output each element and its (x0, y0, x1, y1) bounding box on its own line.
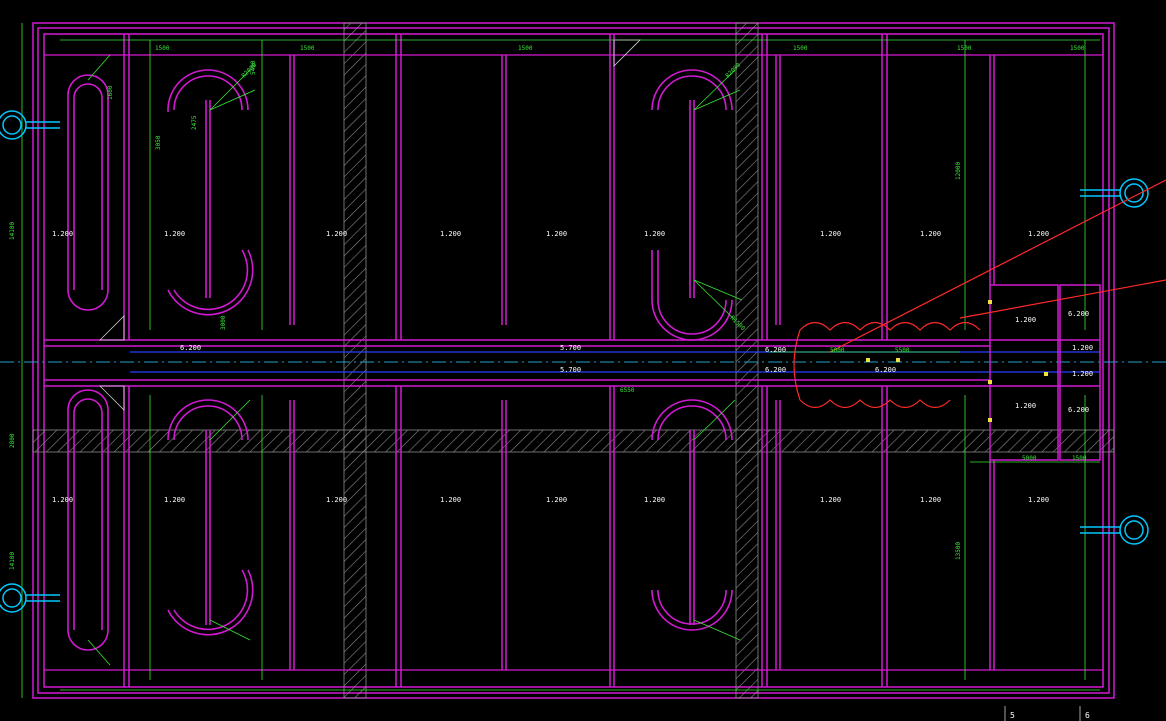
level-label: 1.200 (546, 496, 567, 504)
level-label: 1.200 (546, 230, 567, 238)
dim-text: 14100 (9, 552, 16, 570)
level-label: 1.200 (644, 230, 665, 238)
level-label: 1.200 (1028, 230, 1049, 238)
hatched-beam-horizontal (32, 429, 1115, 453)
dim-text: 1500 (1072, 455, 1087, 462)
level-label: 6.200 (1068, 406, 1089, 414)
dim-text: 1500 (518, 45, 533, 52)
level-label: 1.200 (920, 230, 941, 238)
level-label: 1.200 (1015, 316, 1036, 324)
hatched-beam-vertical-1 (343, 22, 367, 699)
cad-plan-drawing: 1.200 1.200 1.200 1.200 1.200 1.200 1.20… (0, 0, 1166, 721)
dim-text: 1500 (793, 45, 808, 52)
level-label: 1.200 (644, 496, 665, 504)
dim-text: 5500 (895, 347, 910, 354)
dim-text: 2475 (191, 115, 198, 130)
dim-text: 1500 (155, 45, 170, 52)
level-label: 6.200 (765, 366, 786, 374)
dim-text: 12000 (955, 162, 962, 180)
dim-text: 2800 (9, 433, 16, 448)
dim-text: 13500 (955, 542, 962, 560)
level-label: 6.200 (875, 366, 896, 374)
level-label: 1.200 (52, 230, 73, 238)
level-label: 1.200 (820, 496, 841, 504)
dim-text: 1600 (107, 85, 114, 100)
level-label: 1.200 (1072, 344, 1093, 352)
level-label: 1.200 (440, 230, 461, 238)
dim-text: 1500 (1070, 45, 1085, 52)
level-label: 5.700 (560, 366, 581, 374)
level-label: 1.200 (164, 496, 185, 504)
level-label: 1.200 (440, 496, 461, 504)
level-label: 1.200 (1072, 370, 1093, 378)
level-label: 1.200 (326, 230, 347, 238)
level-label: 1.200 (920, 496, 941, 504)
level-label: 6.200 (765, 346, 786, 354)
level-label: 1.200 (52, 496, 73, 504)
level-label: 1.200 (820, 230, 841, 238)
dim-text: 14100 (9, 222, 16, 240)
level-label: 6.200 (180, 344, 201, 352)
dim-text: 3000 (220, 315, 227, 330)
dim-text: 5000 (830, 347, 845, 354)
dim-text: 6550 (620, 387, 635, 394)
level-label: 5.700 (560, 344, 581, 352)
dim-text: 1500 (300, 45, 315, 52)
level-label: 6.200 (1068, 310, 1089, 318)
level-label: 1.200 (1028, 496, 1049, 504)
axis-marker: 5 (1010, 711, 1015, 720)
dim-text: 5000 (1022, 455, 1037, 462)
hatched-beam-vertical-2 (735, 22, 759, 699)
axis-marker: 6 (1085, 711, 1090, 720)
level-label: 1.200 (326, 496, 347, 504)
level-label: 1.200 (164, 230, 185, 238)
dim-text: 3050 (155, 135, 162, 150)
dim-text: 1500 (957, 45, 972, 52)
level-label: 1.200 (1015, 402, 1036, 410)
